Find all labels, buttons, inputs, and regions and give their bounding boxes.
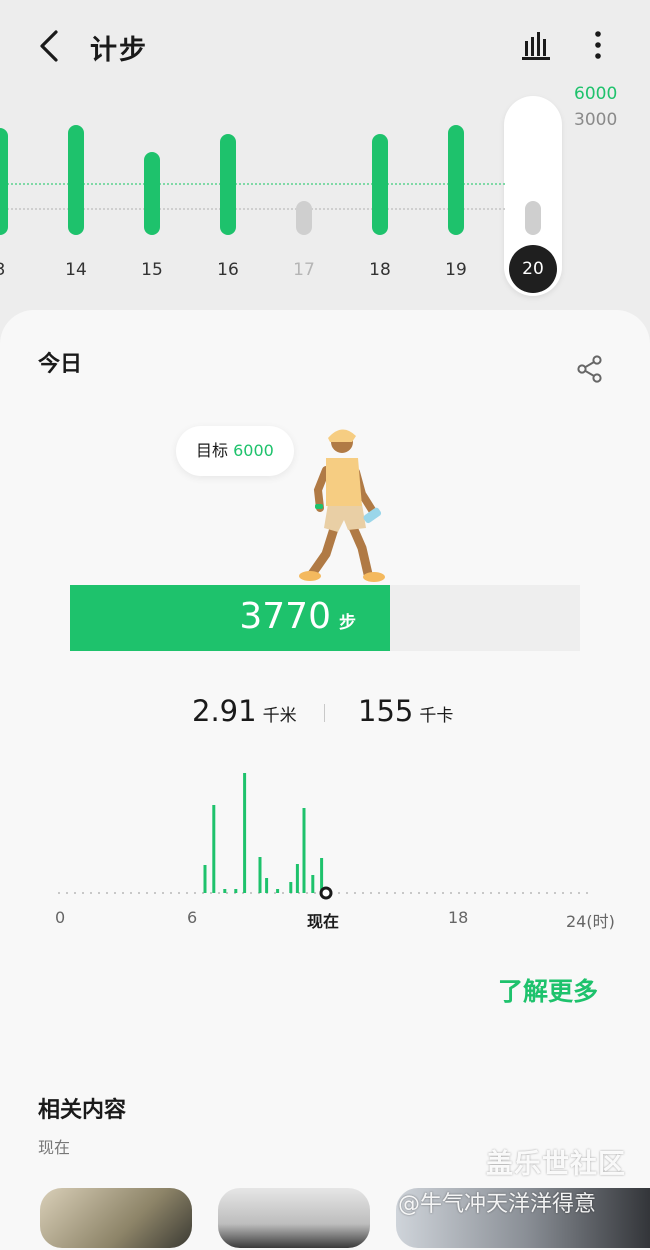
hourly-bar-8: [289, 882, 293, 893]
hourly-steps-chart: 0 6 现在 18 24(时): [0, 765, 650, 945]
today-heading: 今日: [38, 352, 83, 377]
hourly-bar-1: [212, 805, 216, 893]
share-icon: [577, 355, 602, 383]
watermark-author: @牛气冲天洋洋得意: [398, 1192, 597, 1217]
hourly-bar-0: [203, 865, 207, 893]
goal-value: 6000: [233, 441, 274, 460]
related-thumbnail-2[interactable]: [218, 1188, 370, 1248]
hourly-bar-5: [258, 857, 262, 893]
day-label-3[interactable]: 3: [0, 260, 20, 280]
weekly-steps-chart: 3 14 15 16 17 18 19 20: [0, 90, 650, 305]
x-tick-now: 现在: [307, 912, 340, 931]
selected-day[interactable]: 20: [509, 245, 557, 293]
stat-divider: [324, 704, 325, 722]
day-bar-16[interactable]: [220, 134, 236, 235]
day-bar-15[interactable]: [144, 152, 160, 235]
hourly-bar-7: [276, 889, 280, 893]
day-bar-19[interactable]: [448, 125, 464, 235]
mid-axis-label: 3000: [574, 110, 618, 130]
day-bar-20[interactable]: [525, 201, 541, 235]
hourly-bar-6: [265, 878, 269, 893]
learn-more-link[interactable]: 了解更多: [498, 972, 598, 1008]
walker-illustration: [290, 424, 400, 586]
hourly-bar-3: [234, 889, 238, 893]
day-label-16[interactable]: 16: [208, 260, 248, 280]
watermark-title: 盖乐世社区: [486, 1149, 626, 1180]
x-tick-0: 0: [55, 908, 66, 927]
x-tick-24: 24(时): [566, 912, 615, 931]
page-title: 计步: [90, 35, 148, 66]
related-thumbnail-1[interactable]: [40, 1188, 192, 1248]
day-bar-17[interactable]: [296, 201, 312, 235]
calories-unit: 千卡: [419, 706, 454, 726]
more-vertical-icon: [595, 31, 601, 59]
day-bar-14[interactable]: [68, 125, 84, 235]
day-label-17[interactable]: 17: [284, 260, 324, 280]
day-bar-3[interactable]: [0, 128, 8, 235]
current-time-marker: [319, 886, 333, 900]
day-label-15[interactable]: 15: [132, 260, 172, 280]
hourly-bar-11: [311, 875, 315, 893]
step-count: 3770 步: [70, 596, 356, 637]
hourly-bar-2: [223, 889, 227, 893]
day-label-19[interactable]: 19: [436, 260, 476, 280]
x-tick-6: 6: [187, 908, 198, 927]
goal-axis-label: 6000: [574, 84, 618, 104]
day-bar-18[interactable]: [372, 134, 388, 235]
step-unit: 步: [339, 613, 356, 633]
more-options-button[interactable]: [586, 28, 610, 62]
trends-button[interactable]: [520, 28, 554, 62]
bar-chart-icon: [522, 32, 550, 60]
distance-value: 2.91: [192, 694, 257, 728]
goal-bubble: 目标 6000: [176, 426, 294, 476]
share-button[interactable]: [576, 354, 604, 384]
related-subtitle: 现在: [38, 1138, 71, 1157]
hourly-bar-10: [302, 808, 306, 893]
step-value: 3770: [239, 596, 331, 637]
calories-stat: 155 千卡: [358, 694, 453, 728]
distance-unit: 千米: [262, 706, 297, 726]
related-heading: 相关内容: [38, 1098, 127, 1123]
hourly-bar-9: [295, 864, 299, 893]
x-tick-18: 18: [448, 908, 469, 927]
goal-prefix: 目标: [196, 441, 229, 460]
day-label-14[interactable]: 14: [56, 260, 96, 280]
day-label-18[interactable]: 18: [360, 260, 400, 280]
chevron-left-icon: [40, 30, 58, 62]
calories-value: 155: [358, 694, 414, 728]
hourly-bar-4: [243, 773, 247, 893]
distance-stat: 2.91 千米: [192, 694, 297, 728]
back-button[interactable]: [34, 26, 70, 66]
